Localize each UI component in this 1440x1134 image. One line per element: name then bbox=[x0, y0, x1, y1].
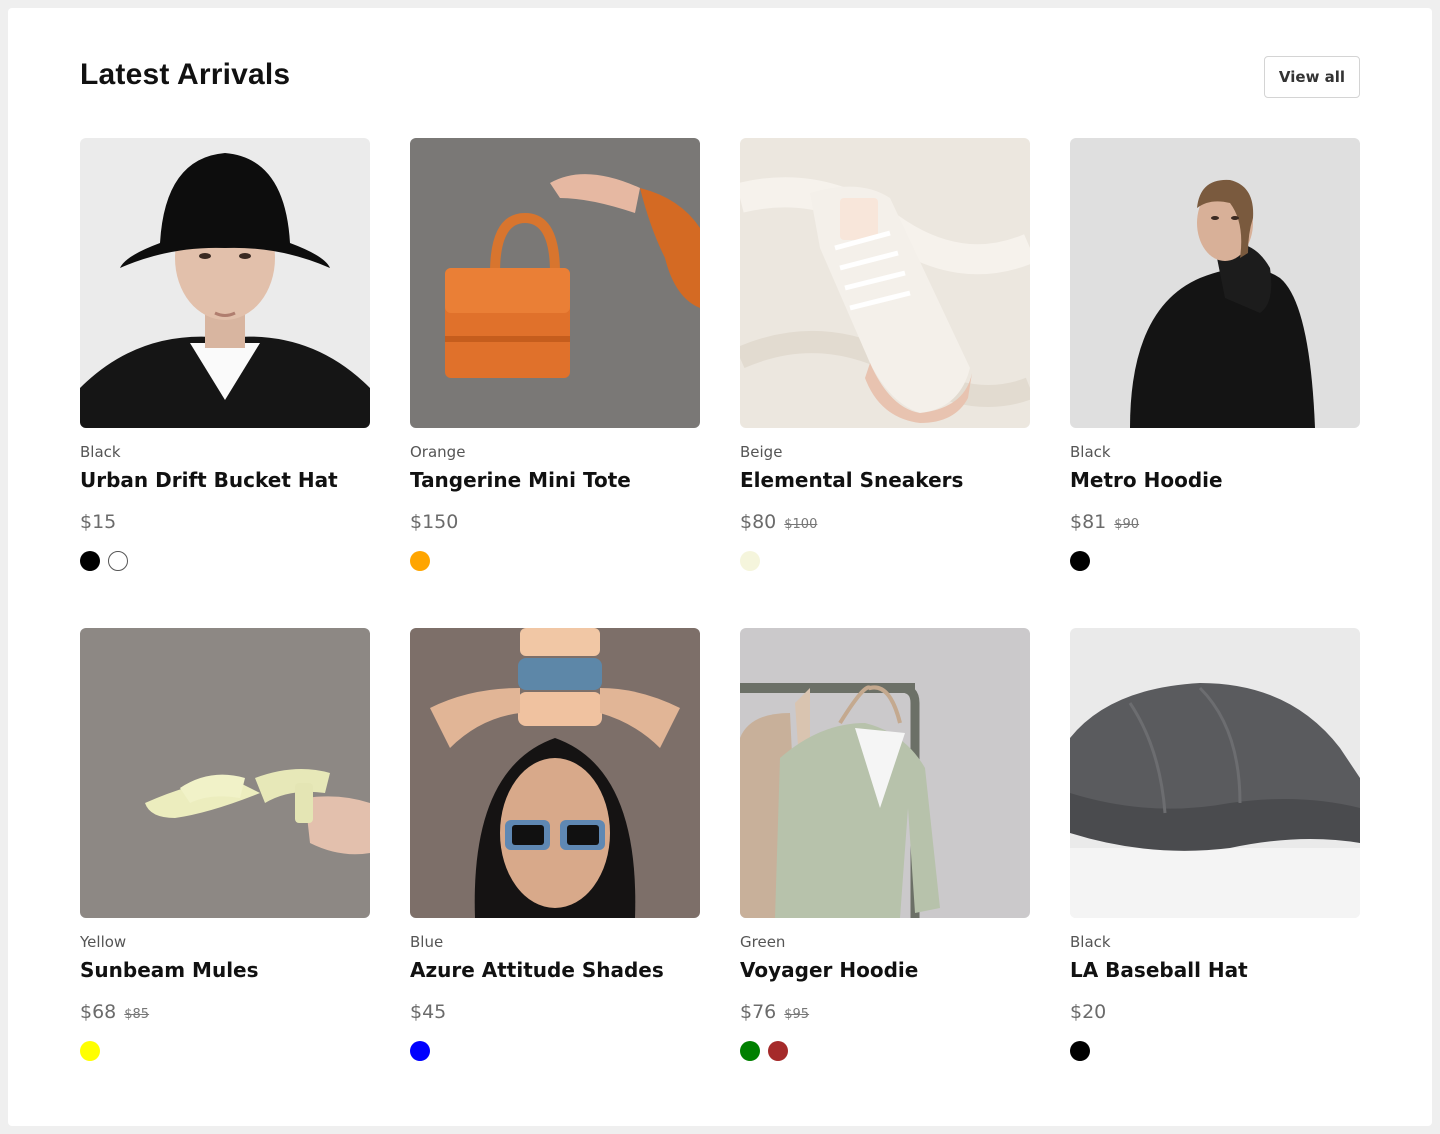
grey-washed-baseball-cap-image bbox=[1070, 628, 1360, 918]
color-swatch[interactable] bbox=[1070, 1041, 1090, 1061]
product-card[interactable]: Blue Azure Attitude Shades $45 bbox=[410, 628, 700, 1118]
product-image[interactable] bbox=[410, 628, 700, 918]
color-swatch[interactable] bbox=[768, 1041, 788, 1061]
product-color: Green bbox=[740, 933, 786, 951]
section-header: Latest Arrivals View all bbox=[80, 56, 1360, 98]
product-image[interactable] bbox=[410, 138, 700, 428]
color-swatch[interactable] bbox=[80, 1041, 100, 1061]
white-sneaker-on-cream-fabric-image bbox=[740, 138, 1030, 428]
product-price: $80 bbox=[740, 511, 777, 533]
product-grid: Black Urban Drift Bucket Hat $15 Orange … bbox=[80, 138, 1360, 1118]
price-row: $20 bbox=[1070, 1001, 1360, 1025]
product-price: $81 bbox=[1070, 511, 1107, 533]
price-row: $76 $95 bbox=[740, 1001, 1030, 1025]
price-row: $81 $90 bbox=[1070, 511, 1360, 535]
price-row: $68 $85 bbox=[80, 1001, 370, 1025]
color-swatch[interactable] bbox=[1070, 551, 1090, 571]
product-old-price: $85 bbox=[124, 1007, 150, 1022]
product-old-price: $90 bbox=[1114, 517, 1140, 532]
color-swatch[interactable] bbox=[740, 551, 760, 571]
product-image[interactable] bbox=[1070, 138, 1360, 428]
product-color: Blue bbox=[410, 933, 444, 951]
product-old-price: $95 bbox=[784, 1007, 810, 1022]
product-image[interactable] bbox=[80, 138, 370, 428]
color-swatches bbox=[410, 1041, 700, 1061]
product-name[interactable]: Azure Attitude Shades bbox=[410, 957, 700, 983]
color-swatch[interactable] bbox=[108, 551, 128, 571]
color-swatch[interactable] bbox=[80, 551, 100, 571]
product-name[interactable]: LA Baseball Hat bbox=[1070, 957, 1360, 983]
woman-with-blue-sunglasses-image bbox=[410, 628, 700, 918]
product-color: Beige bbox=[740, 443, 783, 461]
color-swatches bbox=[1070, 1041, 1360, 1061]
product-color: Black bbox=[1070, 443, 1111, 461]
color-swatch[interactable] bbox=[740, 1041, 760, 1061]
product-name[interactable]: Urban Drift Bucket Hat bbox=[80, 467, 370, 493]
product-name[interactable]: Voyager Hoodie bbox=[740, 957, 1030, 983]
product-card[interactable]: Orange Tangerine Mini Tote $150 bbox=[410, 138, 700, 628]
section-title: Latest Arrivals bbox=[80, 58, 291, 91]
product-color: Orange bbox=[410, 443, 466, 461]
product-price: $150 bbox=[410, 511, 459, 533]
product-card[interactable]: Black LA Baseball Hat $20 bbox=[1070, 628, 1360, 1118]
product-card[interactable]: Black Urban Drift Bucket Hat $15 bbox=[80, 138, 370, 628]
view-all-button[interactable]: View all bbox=[1264, 56, 1360, 98]
price-row: $15 bbox=[80, 511, 370, 535]
color-swatches bbox=[1070, 551, 1360, 571]
color-swatches bbox=[740, 551, 1030, 571]
product-color: Black bbox=[80, 443, 121, 461]
price-row: $150 bbox=[410, 511, 700, 535]
color-swatch[interactable] bbox=[410, 551, 430, 571]
woman-in-black-hoodie-image bbox=[1070, 138, 1360, 428]
color-swatches bbox=[740, 1041, 1030, 1061]
latest-arrivals-panel: Latest Arrivals View all Black Urban Dri… bbox=[8, 8, 1432, 1126]
product-color: Black bbox=[1070, 933, 1111, 951]
product-card[interactable]: Beige Elemental Sneakers $80 $100 bbox=[740, 138, 1030, 628]
color-swatches bbox=[410, 551, 700, 571]
product-old-price: $100 bbox=[784, 517, 818, 532]
product-name[interactable]: Metro Hoodie bbox=[1070, 467, 1360, 493]
product-card[interactable]: Green Voyager Hoodie $76 $95 bbox=[740, 628, 1030, 1118]
product-price: $45 bbox=[410, 1001, 447, 1023]
product-name[interactable]: Sunbeam Mules bbox=[80, 957, 370, 983]
hand-holding-yellow-mules-image bbox=[80, 628, 370, 918]
color-swatch[interactable] bbox=[410, 1041, 430, 1061]
price-row: $80 $100 bbox=[740, 511, 1030, 535]
product-image[interactable] bbox=[1070, 628, 1360, 918]
product-card[interactable]: Yellow Sunbeam Mules $68 $85 bbox=[80, 628, 370, 1118]
product-image[interactable] bbox=[740, 138, 1030, 428]
color-swatches bbox=[80, 1041, 370, 1061]
product-name[interactable]: Tangerine Mini Tote bbox=[410, 467, 700, 493]
product-color: Yellow bbox=[80, 933, 127, 951]
product-card[interactable]: Black Metro Hoodie $81 $90 bbox=[1070, 138, 1360, 628]
product-image[interactable] bbox=[740, 628, 1030, 918]
product-price: $76 bbox=[740, 1001, 777, 1023]
hand-holding-orange-mini-bag-image bbox=[410, 138, 700, 428]
green-hoodie-on-rack-image bbox=[740, 628, 1030, 918]
product-image[interactable] bbox=[80, 628, 370, 918]
product-price: $20 bbox=[1070, 1001, 1107, 1023]
man-in-black-bucket-hat-image bbox=[80, 138, 370, 428]
price-row: $45 bbox=[410, 1001, 700, 1025]
product-price: $68 bbox=[80, 1001, 117, 1023]
color-swatches bbox=[80, 551, 370, 571]
product-price: $15 bbox=[80, 511, 117, 533]
product-name[interactable]: Elemental Sneakers bbox=[740, 467, 1030, 493]
